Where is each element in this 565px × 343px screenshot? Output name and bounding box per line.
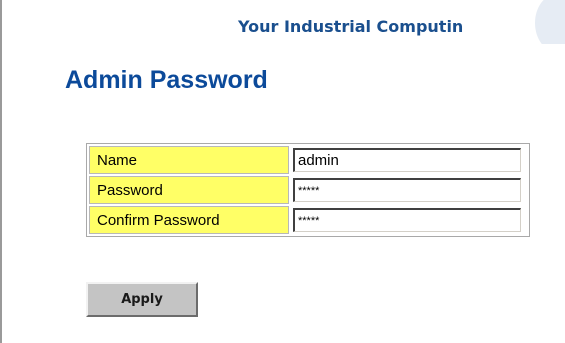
header-banner: Your Industrial Computin bbox=[2, 0, 565, 44]
header-tagline: Your Industrial Computin bbox=[238, 17, 464, 36]
confirm-password-cell bbox=[291, 206, 527, 234]
form-row-name: Name bbox=[89, 146, 527, 174]
page-title: Admin Password bbox=[65, 66, 268, 94]
name-cell bbox=[291, 146, 527, 174]
confirm-password-input[interactable] bbox=[293, 208, 521, 232]
password-label: Password bbox=[89, 176, 289, 204]
confirm-password-label: Confirm Password bbox=[89, 206, 289, 234]
banner-decoration bbox=[535, 0, 565, 44]
admin-password-page: Your Industrial Computin Admin Password … bbox=[0, 0, 565, 343]
form-row-confirm-password: Confirm Password bbox=[89, 206, 527, 234]
name-input[interactable] bbox=[293, 148, 521, 172]
password-cell bbox=[291, 176, 527, 204]
password-input[interactable] bbox=[293, 178, 521, 202]
admin-password-form: Name Password Confirm Password bbox=[86, 143, 530, 237]
apply-button[interactable]: Apply bbox=[86, 282, 198, 317]
form-row-password: Password bbox=[89, 176, 527, 204]
name-label: Name bbox=[89, 146, 289, 174]
